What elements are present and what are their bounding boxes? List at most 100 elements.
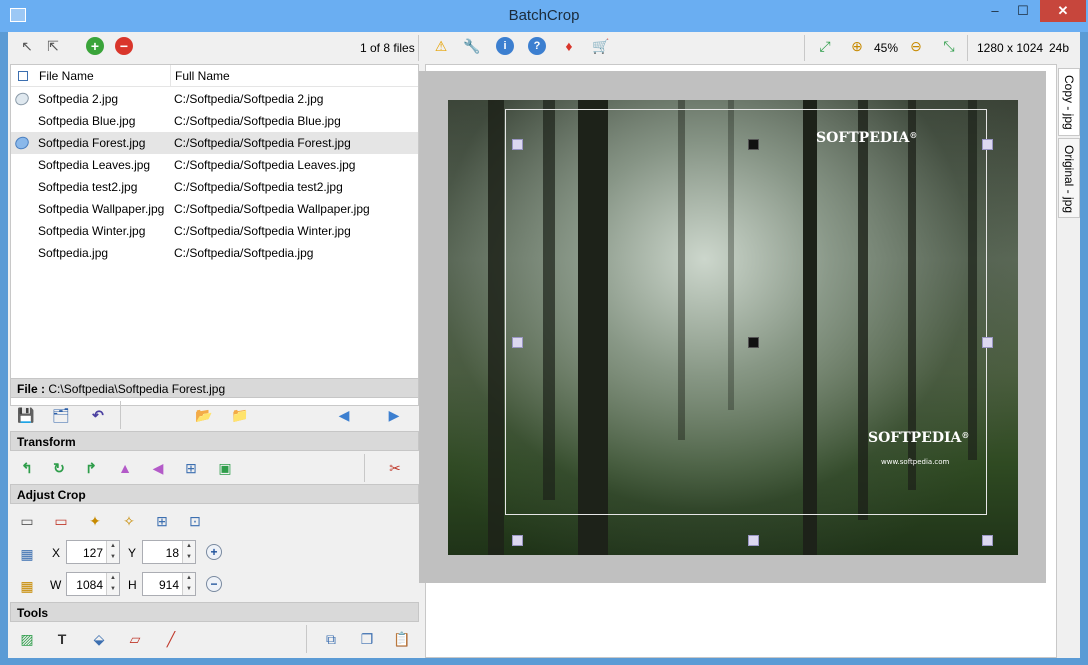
increase-button[interactable]: +	[206, 544, 222, 560]
list-item[interactable]: Softpedia Wallpaper.jpg C:/Softpedia/Sof…	[11, 198, 418, 220]
list-item[interactable]: Softpedia 2.jpg C:/Softpedia/Softpedia 2…	[11, 88, 418, 110]
column-file-name[interactable]: File Name	[39, 69, 94, 83]
redo-icon[interactable]: ↱	[82, 459, 100, 477]
crop-select-icon[interactable]: ▭	[18, 512, 36, 530]
window-title: BatchCrop	[508, 7, 580, 24]
save-icon[interactable]: 💾	[17, 406, 35, 424]
adjust-crop-header: Adjust Crop	[10, 484, 419, 504]
maximize-button[interactable]: ☐	[1013, 0, 1033, 22]
image-icon[interactable]: ▨	[18, 630, 36, 648]
crop-handle-bottom[interactable]	[748, 535, 759, 546]
list-item[interactable]: Softpedia Blue.jpg C:/Softpedia/Softpedi…	[11, 110, 418, 132]
cart-icon[interactable]: 🛒	[592, 37, 610, 55]
export-icon[interactable]: ▣	[216, 459, 234, 477]
save-all-icon[interactable]: 🗂	[52, 406, 70, 424]
actual-size-icon[interactable]: ⤡	[940, 37, 958, 55]
crop-handle-center[interactable]	[748, 337, 759, 348]
tab-copy[interactable]: Copy - jpg	[1058, 68, 1080, 136]
tab-copy-label: Copy - jpg	[1062, 75, 1076, 130]
duplicate-icon[interactable]: ❐	[358, 630, 376, 648]
remove-icon[interactable]: −	[115, 37, 133, 55]
crop-mark-icon[interactable]: ▭	[52, 512, 70, 530]
multi-select-icon[interactable]: ⇱	[44, 37, 62, 55]
info-icon[interactable]: i	[496, 37, 514, 55]
list-item[interactable]: Softpedia.jpg C:/Softpedia/Softpedia.jpg	[11, 242, 418, 264]
center-icon[interactable]: ⊞	[182, 459, 200, 477]
file-path-bar: File : C:\Softpedia\Softpedia Forest.jpg	[10, 378, 419, 398]
file-name: Softpedia Leaves.jpg	[38, 158, 151, 172]
list-item[interactable]: Softpedia test2.jpg C:/Softpedia/Softped…	[11, 176, 418, 198]
zoom-out-icon[interactable]: ⊖	[907, 37, 925, 55]
crop-handle-bottom-right[interactable]	[982, 535, 993, 546]
crop-handle-bottom-left[interactable]	[512, 535, 523, 546]
cut-icon[interactable]: ✂	[386, 459, 404, 477]
main-toolbar: ↖ ⇱ + − 1 of 8 files ⚠ 🔧 i ? ♦ 🛒 ⤢ ⊕ 45%…	[8, 32, 1080, 62]
crop-handle-top-left[interactable]	[512, 139, 523, 150]
full-name: C:/Softpedia/Softpedia Blue.jpg	[174, 114, 341, 128]
file-path: C:\Softpedia\Softpedia Forest.jpg	[48, 382, 226, 396]
x-stepper[interactable]: 127 ▲ ▼	[66, 540, 120, 564]
h-stepper[interactable]: 914 ▲ ▼	[142, 572, 196, 596]
prev-icon[interactable]: ◀	[335, 406, 353, 424]
eraser-icon[interactable]: ▱	[126, 630, 144, 648]
list-item[interactable]: Softpedia Leaves.jpg C:/Softpedia/Softpe…	[11, 154, 418, 176]
select-all-checkbox[interactable]	[18, 71, 28, 81]
open-folder-icon[interactable]: 📂	[195, 406, 213, 424]
crop-handle-top[interactable]	[748, 139, 759, 150]
flip-vertical-icon[interactable]: ◀	[149, 459, 167, 477]
help-icon[interactable]: ?	[528, 37, 546, 55]
add-icon[interactable]: +	[86, 37, 104, 55]
expand-icon[interactable]: ⊞	[153, 512, 171, 530]
close-button[interactable]: ✕	[1040, 0, 1086, 22]
minimize-button[interactable]: –	[985, 0, 1005, 22]
copy-icon[interactable]: ⧉	[322, 630, 340, 648]
adjust-crop-panel: ▭ ▭ ✦ ✧ ⊞ ⊡ ▦ X 127 ▲ ▼ Y 18 ▲ ▼ + ▦ W 108…	[10, 506, 419, 610]
full-name: C:/Softpedia/Softpedia Wallpaper.jpg	[174, 202, 370, 216]
paste-icon[interactable]: 📋	[393, 630, 411, 648]
full-name: C:/Softpedia/Softpedia Forest.jpg	[174, 136, 351, 150]
gem-icon[interactable]: ♦	[560, 37, 578, 55]
pen-icon[interactable]: ╱	[162, 630, 180, 648]
next-icon[interactable]: ▶	[385, 406, 403, 424]
flip-horizontal-icon[interactable]: ▲	[116, 459, 134, 477]
full-name: C:/Softpedia/Softpedia.jpg	[174, 246, 314, 260]
file-name: Softpedia Winter.jpg	[38, 224, 146, 238]
list-item-selected[interactable]: Softpedia Forest.jpg C:/Softpedia/Softpe…	[11, 132, 418, 154]
transform-toolbar: ↰ ↻ ↱ ▲ ◀ ⊞ ▣ ✂	[10, 453, 419, 483]
magic-wand-icon[interactable]: ✦	[86, 512, 104, 530]
file-count: 1 of 8 files	[360, 41, 415, 55]
bit-depth: 24b	[1049, 41, 1070, 55]
crop-handle-top-right[interactable]	[982, 139, 993, 150]
warning-icon[interactable]: ⚠	[432, 37, 450, 55]
y-stepper[interactable]: 18 ▲ ▼	[142, 540, 196, 564]
fit-icon[interactable]: ⤢	[816, 37, 834, 55]
crop-handle-right[interactable]	[982, 337, 993, 348]
rotate-left-icon[interactable]: ↰	[18, 459, 36, 477]
h-label: H	[128, 578, 137, 592]
w-value: 1084	[76, 578, 103, 592]
crop-rectangle[interactable]	[505, 109, 987, 515]
magic-wand-alt-icon[interactable]: ✧	[120, 512, 138, 530]
file-name: Softpedia.jpg	[38, 246, 109, 260]
zoom-level: 45%	[874, 41, 899, 55]
w-label: W	[50, 578, 62, 592]
list-item[interactable]: Softpedia Winter.jpg C:/Softpedia/Softpe…	[11, 220, 418, 242]
undo-icon[interactable]: ↶	[89, 406, 107, 424]
decrease-button[interactable]: −	[206, 576, 222, 592]
file-name: Softpedia Blue.jpg	[38, 114, 136, 128]
pointer-icon[interactable]: ↖	[18, 37, 36, 55]
tab-original[interactable]: Original - jpg	[1058, 138, 1080, 218]
full-name: C:/Softpedia/Softpedia Leaves.jpg	[174, 158, 356, 172]
folder-icon[interactable]: 📁	[231, 406, 249, 424]
shrink-icon[interactable]: ⊡	[186, 512, 204, 530]
w-stepper[interactable]: 1084 ▲ ▼	[66, 572, 120, 596]
text-icon[interactable]: T	[53, 630, 71, 648]
crop-handle-left[interactable]	[512, 337, 523, 348]
fill-icon[interactable]: ⬙	[90, 630, 108, 648]
column-full-name[interactable]: Full Name	[175, 69, 230, 83]
tools-toolbar: ▨ T ⬙ ▱ ╱ ⧉ ❐ 📋	[10, 624, 419, 654]
list-header: File Name Full Name	[11, 65, 418, 87]
rotate-right-icon[interactable]: ↻	[50, 459, 68, 477]
wrench-icon[interactable]: 🔧	[463, 37, 481, 55]
zoom-in-icon[interactable]: ⊕	[848, 37, 866, 55]
